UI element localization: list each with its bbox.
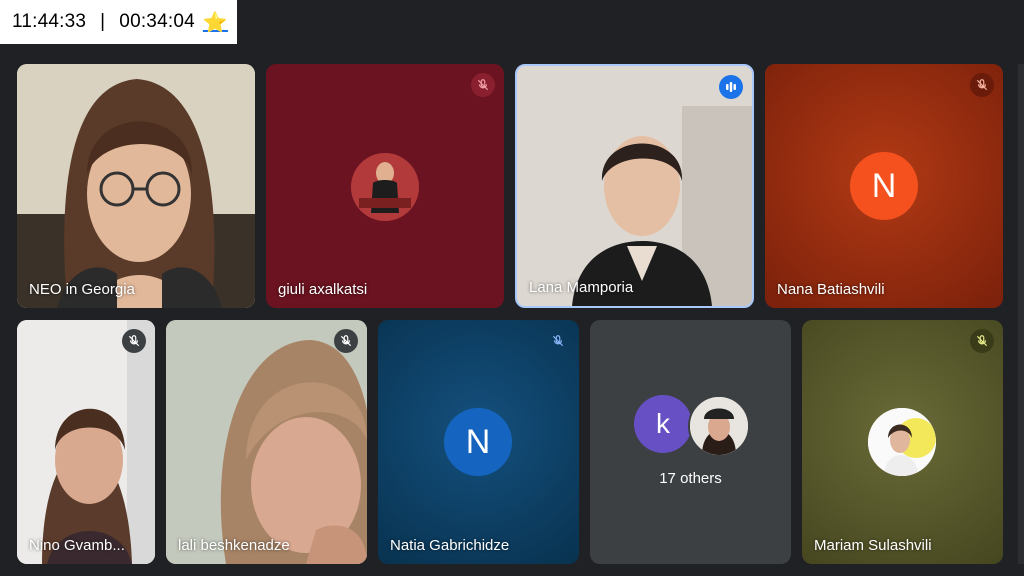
elapsed-time: 00:34:04 <box>119 11 195 32</box>
participant-name: Natia Gabrichidze <box>390 537 510 554</box>
participant-name: giuli axalkatsi <box>278 281 368 298</box>
participant-video <box>166 320 367 564</box>
timer-separator: | <box>100 11 106 32</box>
current-time: 11:44:33 <box>12 11 87 32</box>
participant-video <box>17 64 255 308</box>
mic-off-icon <box>122 329 146 353</box>
avatar <box>868 408 936 476</box>
mic-off-icon <box>970 73 994 97</box>
participant-name: Nana Batiashvili <box>777 281 885 298</box>
participant-tile[interactable]: giuli axalkatsi <box>266 64 504 308</box>
avatar: k <box>634 395 692 453</box>
participant-tile[interactable]: lali beshkenadze <box>166 320 367 564</box>
mic-off-icon <box>334 329 358 353</box>
participant-tile[interactable]: N Natia Gabrichidze <box>378 320 579 564</box>
participant-tile[interactable]: N Nana Batiashvili <box>765 64 1003 308</box>
avatar <box>351 153 419 221</box>
mic-off-icon <box>546 329 570 353</box>
audio-level-icon <box>719 75 743 99</box>
participant-tile[interactable]: NEO in Georgia <box>17 64 255 308</box>
participant-name: lali beshkenadze <box>178 537 290 554</box>
participant-name: Nino Gvamb... <box>29 537 125 554</box>
participant-tile[interactable]: Mariam Sulashvili <box>802 320 1003 564</box>
others-tile[interactable]: k 17 others <box>590 320 791 564</box>
mic-off-icon <box>970 329 994 353</box>
avatar <box>688 395 750 457</box>
participant-name: Mariam Sulashvili <box>814 537 932 554</box>
participant-name: Lana Mamporia <box>529 279 634 296</box>
participant-tile[interactable]: Lana Mamporia <box>515 64 754 308</box>
participant-video <box>517 66 752 306</box>
participant-video <box>17 320 155 564</box>
star-icon[interactable]: ⭐ <box>203 10 228 35</box>
avatar: N <box>444 408 512 476</box>
participant-name: NEO in Georgia <box>29 281 135 298</box>
participant-tile[interactable]: Nino Gvamb... <box>17 320 155 564</box>
avatar: N <box>850 152 918 220</box>
timer-overlay: 11:44:33 | 00:34:04 ⭐ <box>0 0 237 44</box>
grid-edge <box>1018 64 1024 564</box>
others-count: 17 others <box>659 470 722 487</box>
mic-off-icon <box>471 73 495 97</box>
